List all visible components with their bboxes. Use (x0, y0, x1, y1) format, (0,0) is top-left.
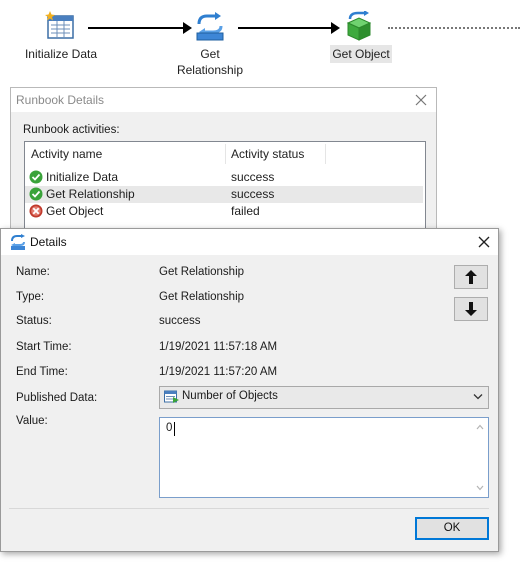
scroll-down-icon[interactable] (476, 485, 484, 491)
get-relationship-icon[interactable] (195, 12, 225, 42)
published-data-select[interactable]: Number of Objects (159, 386, 489, 409)
dialog-separator (9, 508, 489, 509)
runbook-details-window: Runbook Details Runbook activities: Acti… (10, 87, 437, 253)
value-label: Value: (16, 415, 48, 427)
move-up-button[interactable] (454, 265, 488, 289)
table-row[interactable]: Get Object failed (25, 203, 325, 220)
failed-x-icon (29, 204, 43, 218)
row-activity-status: failed (231, 204, 260, 218)
initialize-data-icon[interactable] (45, 11, 75, 41)
move-down-button[interactable] (454, 297, 488, 321)
scroll-up-icon[interactable] (476, 424, 484, 430)
row-activity-status: success (231, 170, 275, 184)
arrow-up-icon (465, 270, 477, 284)
end-time-value: 1/19/2021 11:57:20 AM (159, 366, 278, 378)
value-text: 0 (166, 422, 173, 434)
arrow-down-icon (465, 302, 477, 316)
workflow-node-label-get-object: Get Object (332, 47, 390, 61)
value-scrollbar[interactable] (472, 418, 488, 497)
name-value: Get Relationship (159, 266, 245, 278)
row-activity-status: success (231, 187, 275, 201)
row-activity-name: Get Object (46, 204, 104, 218)
published-data-label: Published Data: (16, 392, 98, 404)
column-header-activity-status[interactable]: Activity status (231, 142, 304, 166)
runbook-activities-label: Runbook activities: (23, 124, 120, 136)
status-label: Status: (16, 315, 52, 327)
workflow-arrow-2-head (331, 22, 340, 34)
value-textarea[interactable]: 0 (159, 417, 489, 498)
published-data-item-icon (164, 390, 179, 403)
runbook-titlebar: Runbook Details (11, 88, 436, 112)
workflow-arrow-2 (238, 27, 332, 29)
text-caret (174, 422, 175, 436)
column-separator[interactable] (225, 144, 226, 164)
workflow-node-label-get-relationship: Get Relationship (176, 47, 244, 77)
type-label: Type: (16, 291, 45, 303)
start-time-value: 1/19/2021 11:57:18 AM (159, 341, 278, 353)
chevron-down-icon[interactable] (473, 393, 483, 401)
details-dialog: Details Name: Get Relationship Type: Get… (0, 228, 499, 552)
workflow-node-label-initialize-data: Initialize Data (24, 47, 98, 61)
close-icon[interactable] (477, 235, 491, 249)
ok-button[interactable]: OK (415, 517, 489, 540)
get-object-icon[interactable] (344, 11, 374, 41)
success-check-icon (29, 187, 43, 201)
runbook-title: Runbook Details (16, 93, 105, 107)
start-time-label: Start Time: (16, 341, 72, 353)
workflow-arrow-1-head (183, 22, 192, 34)
name-label: Name: (16, 266, 50, 278)
table-row[interactable]: Get Relationship success (25, 186, 423, 203)
details-title: Details (30, 235, 67, 249)
success-check-icon (29, 170, 43, 184)
row-activity-name: Get Relationship (46, 187, 135, 201)
row-activity-name: Initialize Data (46, 170, 119, 184)
type-value: Get Relationship (159, 291, 245, 303)
workflow-arrow-3-dotted (388, 27, 520, 29)
close-icon[interactable] (414, 93, 428, 107)
column-header-activity-name[interactable]: Activity name (31, 142, 102, 166)
column-separator[interactable] (325, 144, 326, 164)
workflow-arrow-1 (88, 27, 184, 29)
details-titlebar: Details (1, 229, 498, 255)
status-value: success (159, 315, 201, 327)
end-time-label: End Time: (16, 366, 68, 378)
details-title-icon (11, 234, 25, 250)
table-row[interactable]: Initialize Data success (25, 169, 325, 186)
published-data-selected-value: Number of Objects (182, 390, 278, 402)
